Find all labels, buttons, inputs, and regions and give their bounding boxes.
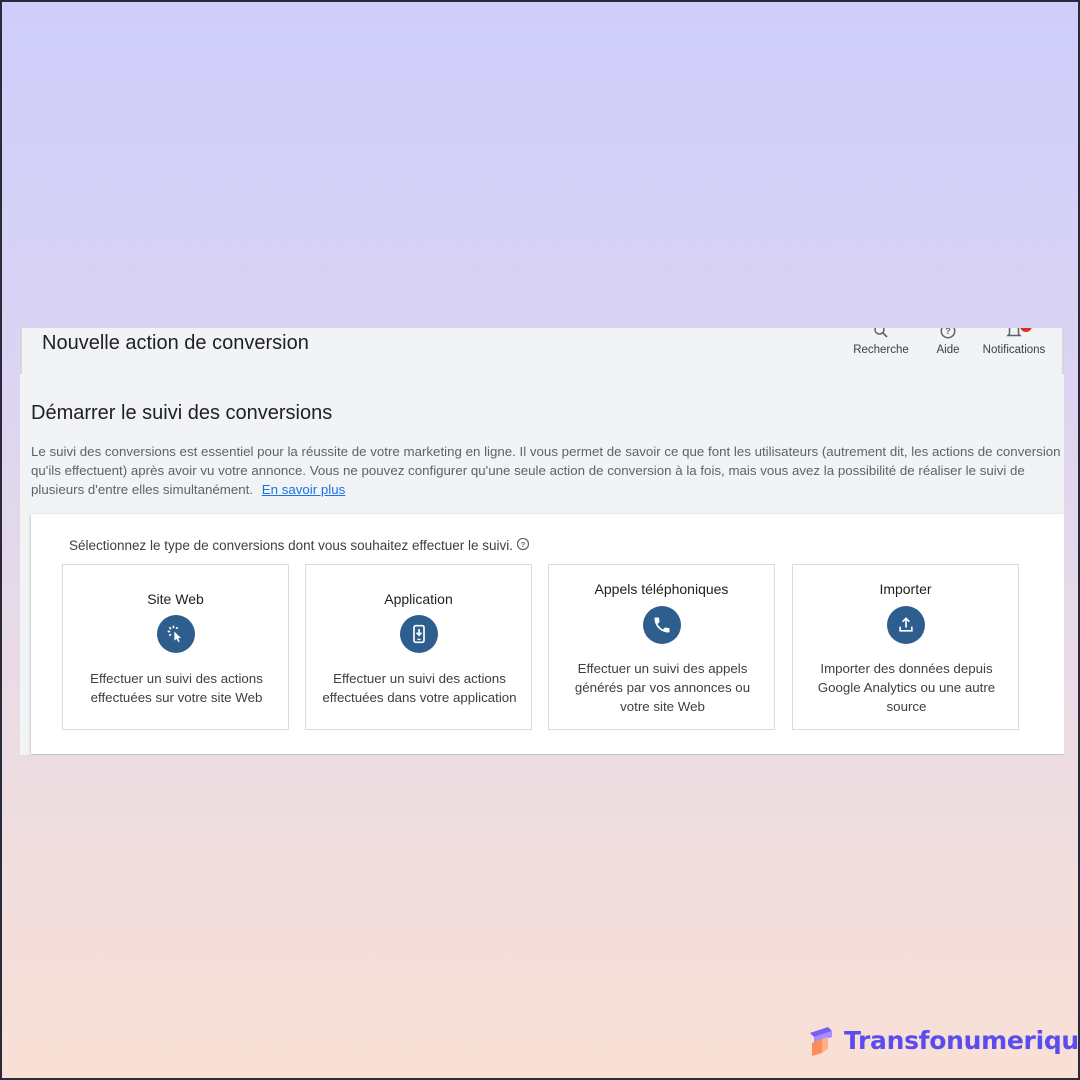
notifications-label: Notifications (982, 344, 1046, 356)
help-circle-icon[interactable]: ? (516, 537, 530, 551)
help-label: Aide (936, 344, 960, 356)
search-button[interactable]: Recherche (848, 328, 914, 368)
phone-download-icon (400, 615, 438, 653)
option-title: Importer (879, 581, 932, 597)
phone-call-icon (643, 606, 681, 644)
option-title: Appels téléphoniques (594, 581, 729, 597)
brand-logo-icon (810, 1027, 832, 1056)
svg-text:?: ? (945, 328, 951, 336)
divider (1062, 328, 1064, 374)
learn-more-link[interactable]: En savoir plus (262, 482, 346, 497)
prompt-text: Sélectionnez le type de conversions dont… (69, 538, 514, 553)
search-icon (874, 328, 888, 338)
conversion-type-card: Sélectionnez le type de conversions dont… (31, 514, 1064, 754)
prompt: Sélectionnez le type de conversions dont… (69, 537, 530, 553)
top-bar: Nouvelle action de conversion Recherche … (20, 328, 1064, 374)
notifications-button[interactable]: Notifications (976, 328, 1052, 368)
upload-icon (887, 606, 925, 644)
bell-icon (1006, 328, 1022, 337)
section-title: Démarrer le suivi des conversions (31, 402, 333, 424)
option-phone-calls[interactable]: Appels téléphoniques Effectuer un suivi … (548, 564, 775, 730)
option-description: Effectuer un suivi des appels générés pa… (574, 661, 751, 714)
help-button[interactable]: ? Aide (930, 328, 966, 368)
svg-text:?: ? (521, 540, 526, 549)
option-import[interactable]: Importer Importer des données depuis Goo… (792, 564, 1019, 730)
option-site-web[interactable]: Site Web Effectuer un suivi des actions … (62, 564, 289, 730)
brand-watermark: Transfonumerique (806, 1022, 1080, 1058)
option-title: Application (384, 591, 453, 607)
help-icon: ? (940, 328, 956, 339)
search-label: Recherche (853, 344, 909, 356)
screenshot-panel: Nouvelle action de conversion Recherche … (20, 328, 1064, 755)
option-description: Effectuer un suivi des actions effectuée… (90, 671, 263, 705)
description: Le suivi des conversions est essentiel p… (31, 442, 1061, 499)
option-title: Site Web (147, 591, 204, 607)
page-title: Nouvelle action de conversion (42, 332, 309, 354)
option-description: Effectuer un suivi des actions effectuée… (322, 671, 517, 705)
cursor-click-icon (157, 615, 195, 653)
option-application[interactable]: Application Effectuer un suivi des actio… (305, 564, 532, 730)
option-description: Importer des données depuis Google Analy… (817, 661, 996, 714)
description-text: Le suivi des conversions est essentiel p… (31, 444, 1061, 497)
brand-name: Transfonumerique (844, 1025, 1080, 1055)
